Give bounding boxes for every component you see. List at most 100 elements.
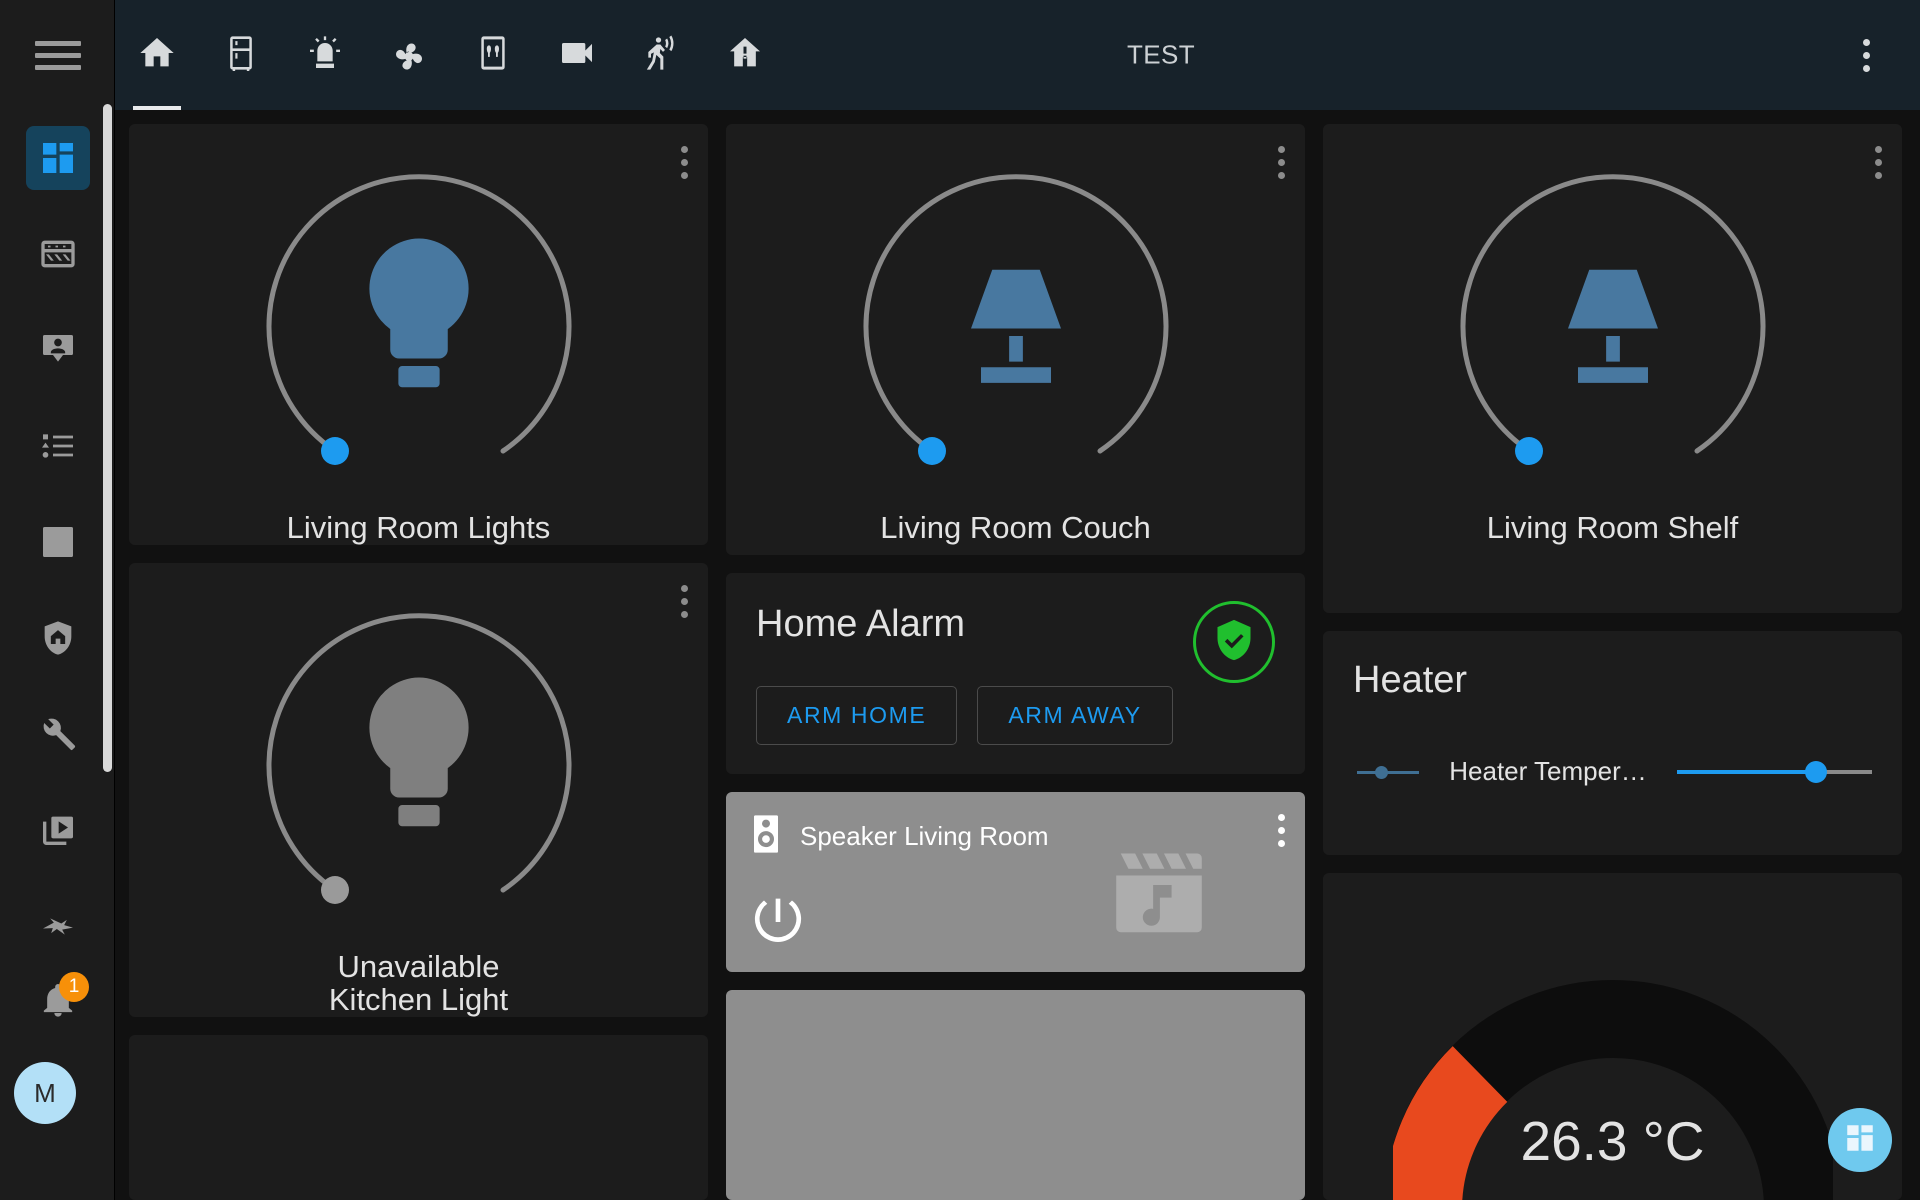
card-menu-button[interactable] [681, 146, 688, 179]
card-heater: Heater Heater Temper… [1323, 631, 1902, 856]
tab-socket[interactable] [451, 0, 535, 110]
topbar-overflow-button[interactable] [1842, 31, 1890, 79]
tab-alarm-panel[interactable] [703, 0, 787, 110]
heater-temperature-slider[interactable] [1677, 760, 1872, 783]
wrench-icon [38, 714, 78, 754]
card-menu-button[interactable] [1278, 814, 1285, 848]
light-dial[interactable] [836, 146, 1196, 506]
notification-badge: 1 [59, 972, 89, 1002]
view-tabs [115, 0, 787, 110]
sidebar-item-media[interactable] [0, 782, 115, 878]
sidebar-items [0, 110, 115, 950]
gauge-value: 26.3 °C [1520, 1110, 1705, 1173]
dots-vertical-icon [1862, 38, 1870, 72]
home-alert-icon [725, 33, 765, 78]
video-icon [557, 33, 597, 78]
light-dial[interactable] [1433, 146, 1793, 506]
sidebar-item-security[interactable] [0, 590, 115, 686]
fan-icon [389, 33, 429, 78]
dots-vertical-icon [681, 146, 688, 179]
light-dial[interactable] [239, 146, 599, 506]
main-area: TEST Living Room Lights Unavailable Kitc… [115, 0, 1920, 1200]
card-title: Unavailable Kitchen Light [319, 948, 518, 1017]
lamp-icon [941, 231, 1091, 421]
card-living-room-shelf[interactable]: Living Room Shelf [1323, 124, 1902, 614]
arm-home-button[interactable]: ARM HOME [756, 686, 958, 746]
lamp-icon [1538, 231, 1688, 421]
card-title: Heater [1353, 659, 1468, 702]
arm-away-button[interactable]: ARM AWAY [977, 686, 1173, 746]
sidebar-item-map[interactable] [0, 302, 115, 398]
tab-camera[interactable] [535, 0, 619, 110]
view-dashboard-icon [1843, 1121, 1877, 1160]
light-dial[interactable] [239, 585, 599, 945]
alarm-light-icon [305, 33, 345, 78]
tab-motion[interactable] [619, 0, 703, 110]
card-speaker-living-room[interactable]: Speaker Living Room [726, 792, 1305, 973]
notifications-button[interactable]: 1 [0, 950, 115, 1055]
card-placeholder-2[interactable] [726, 990, 1305, 1200]
alarm-actions: ARM HOME ARM AWAY [756, 686, 1275, 746]
page-title: TEST [1127, 39, 1196, 70]
dashboard-column-3: Living Room Shelf Heater Heater Temper… [1323, 124, 1902, 1200]
hass-io-icon [38, 906, 78, 946]
home-icon [137, 33, 177, 78]
heater-row: Heater Temper… [1353, 756, 1872, 787]
sidebar-scrollbar[interactable] [103, 104, 112, 772]
format-list-bulleted-icon [38, 426, 78, 466]
card-title-line1: Unavailable [337, 948, 500, 984]
card-title: Living Room Shelf [1486, 510, 1739, 545]
chart-box-icon [38, 522, 78, 562]
energy-icon [38, 234, 78, 274]
sidebar-footer: 1 M [0, 950, 115, 1200]
edit-dashboard-button[interactable] [1828, 1108, 1892, 1172]
card-title: Speaker Living Room [800, 821, 1049, 852]
sidebar-item-supervisor[interactable] [0, 878, 115, 950]
fridge-icon [221, 33, 261, 78]
dots-vertical-icon [1278, 814, 1285, 848]
card-title: Living Room Couch [880, 510, 1151, 545]
card-temperature-gauge[interactable]: 26.3 °C [1323, 873, 1902, 1200]
speaker-icon [750, 814, 782, 859]
topbar: TEST [115, 0, 1920, 110]
sidebar-item-energy[interactable] [0, 206, 115, 302]
status-badge[interactable] [1193, 601, 1275, 684]
card-title: Living Room Lights [286, 510, 551, 545]
tab-siren[interactable] [283, 0, 367, 110]
menu-button[interactable] [0, 0, 115, 110]
dots-vertical-icon [1875, 146, 1882, 179]
sidebar: 1 M [0, 0, 115, 1200]
power-socket-icon [473, 33, 513, 78]
avatar[interactable]: M [14, 1062, 76, 1124]
view-dashboard-icon [38, 138, 78, 178]
sidebar-item-overview[interactable] [0, 110, 115, 206]
dashboard-column-1: Living Room Lights Unavailable Kitchen L… [129, 124, 708, 1200]
card-living-room-lights[interactable]: Living Room Lights [129, 124, 708, 545]
shield-home-icon [38, 618, 78, 658]
card-menu-button[interactable] [1875, 146, 1882, 179]
sidebar-item-history[interactable] [0, 494, 115, 590]
dots-vertical-icon [1278, 146, 1285, 179]
card-menu-button[interactable] [1278, 146, 1285, 179]
map-marker-account-icon [38, 330, 78, 370]
tab-fan[interactable] [367, 0, 451, 110]
play-box-multiple-icon [38, 810, 78, 850]
motion-sensor-icon [641, 33, 681, 78]
card-menu-button[interactable] [681, 584, 688, 618]
sidebar-item-logbook[interactable] [0, 398, 115, 494]
power-icon [750, 899, 806, 954]
card-kitchen-light[interactable]: Unavailable Kitchen Light [129, 562, 708, 1017]
power-button[interactable] [750, 894, 806, 950]
menu-icon [34, 34, 81, 77]
tab-fridge[interactable] [199, 0, 283, 110]
card-living-room-couch[interactable]: Living Room Couch [726, 124, 1305, 556]
lightbulb-icon [344, 670, 494, 860]
sidebar-item-developer-tools[interactable] [0, 686, 115, 782]
dots-vertical-icon [681, 584, 688, 618]
card-title-line2: Kitchen Light [328, 981, 509, 1017]
card-placeholder-1[interactable] [129, 1034, 708, 1200]
tune-icon [1357, 762, 1419, 782]
music-box-icon [1105, 840, 1213, 948]
shield-check-icon [1212, 618, 1256, 667]
tab-home[interactable] [115, 0, 199, 110]
